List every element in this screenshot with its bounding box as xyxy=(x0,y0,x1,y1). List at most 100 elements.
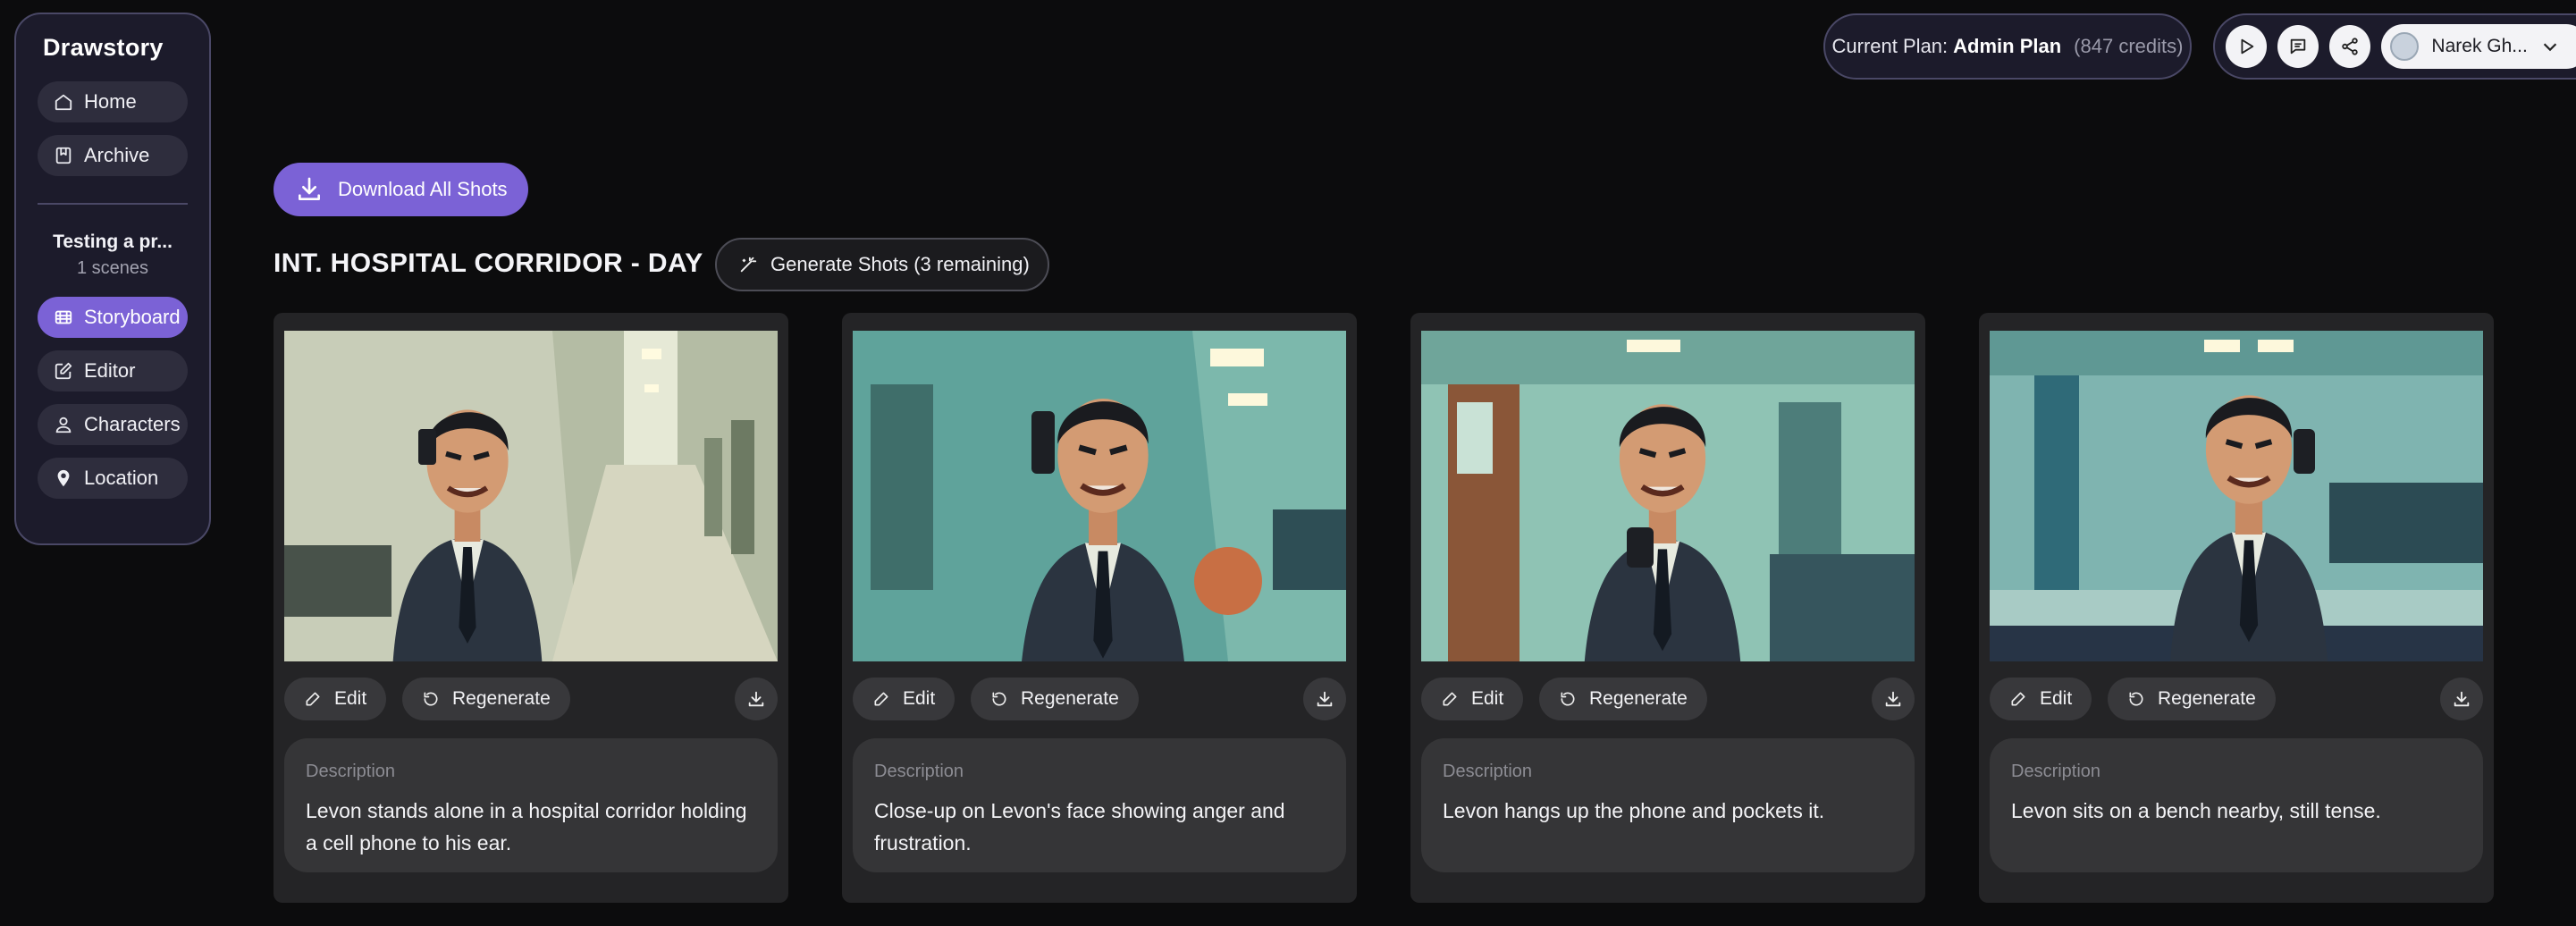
refresh-icon xyxy=(1561,692,1575,706)
download-shot-button[interactable] xyxy=(1303,678,1346,720)
shot-illustration xyxy=(853,331,1346,661)
shot-actions: Edit Regenerate xyxy=(1421,678,1915,720)
shot-card: Edit Regenerate Description Levon hangs … xyxy=(1410,313,1925,903)
sidebar-item-archive[interactable]: Archive xyxy=(38,135,188,176)
comments-button[interactable] xyxy=(2277,25,2319,68)
current-plan-badge[interactable]: Current Plan: Admin Plan (847 credits) xyxy=(1823,13,2192,80)
download-shot-button[interactable] xyxy=(1872,678,1915,720)
download-icon xyxy=(1317,691,1333,707)
download-shot-button[interactable] xyxy=(735,678,778,720)
download-icon xyxy=(748,691,764,707)
sidebar-item-home[interactable]: Home xyxy=(38,81,188,122)
download-all-label: Download All Shots xyxy=(338,178,508,200)
sidebar-item-label: Storyboard xyxy=(84,306,181,328)
pencil-icon xyxy=(874,692,888,706)
pencil-square-icon xyxy=(55,362,72,380)
shot-card: Edit Regenerate Description Close-up on … xyxy=(842,313,1357,903)
edit-button[interactable]: Edit xyxy=(1421,678,1524,720)
generate-shots-label: Generate Shots (3 remaining) xyxy=(770,253,1030,275)
user-name: Narek Gh... xyxy=(2431,36,2528,56)
sidebar-item-storyboard[interactable]: Storyboard xyxy=(38,297,188,338)
film-icon xyxy=(55,310,72,324)
chat-icon xyxy=(2290,38,2306,55)
avatar xyxy=(2390,32,2420,61)
refresh-icon xyxy=(424,692,438,706)
regenerate-label: Regenerate xyxy=(1589,688,1688,709)
edit-label: Edit xyxy=(2040,688,2073,709)
magic-wand-icon xyxy=(740,257,757,273)
shot-actions: Edit Regenerate xyxy=(1990,678,2483,720)
regenerate-button[interactable]: Regenerate xyxy=(971,678,1139,720)
sidebar-item-characters[interactable]: Characters xyxy=(38,404,188,445)
plan-prefix: Current Plan: xyxy=(1831,35,1949,57)
regenerate-button[interactable]: Regenerate xyxy=(2108,678,2276,720)
shot-card: Edit Regenerate Description Levon sits o… xyxy=(1979,313,2494,903)
description-text: Levon sits on a bench nearby, still tens… xyxy=(2011,799,2381,822)
regenerate-button[interactable]: Regenerate xyxy=(1539,678,1707,720)
share-icon xyxy=(2342,38,2359,55)
header-toolbar: Narek Gh... xyxy=(2213,13,2576,80)
sidebar-item-location[interactable]: Location xyxy=(38,458,188,499)
sidebar-item-label: Characters xyxy=(84,413,181,435)
user-menu[interactable]: Narek Gh... xyxy=(2381,24,2576,69)
pencil-icon xyxy=(1443,692,1457,706)
edit-button[interactable]: Edit xyxy=(853,678,955,720)
download-icon xyxy=(2454,691,2470,707)
edit-label: Edit xyxy=(334,688,367,709)
sidebar-item-label: Archive xyxy=(84,144,150,166)
sidebar-divider xyxy=(38,203,188,205)
regenerate-button[interactable]: Regenerate xyxy=(402,678,570,720)
play-button[interactable] xyxy=(2226,25,2268,68)
download-shot-button[interactable] xyxy=(2440,678,2483,720)
edit-button[interactable]: Edit xyxy=(284,678,387,720)
user-icon xyxy=(55,417,72,434)
edit-label: Edit xyxy=(903,688,936,709)
shot-image[interactable] xyxy=(1990,331,2483,661)
sidebar-item-editor[interactable]: Editor xyxy=(38,350,188,391)
sidebar: Drawstory Home Archive Testing a pr... 1… xyxy=(14,13,211,545)
sidebar-item-label: Home xyxy=(84,90,137,113)
regenerate-label: Regenerate xyxy=(452,688,551,709)
shot-actions: Edit Regenerate xyxy=(853,678,1346,720)
home-icon xyxy=(55,94,72,111)
description-text: Levon stands alone in a hospital corrido… xyxy=(306,799,747,854)
shot-description-box[interactable]: Description Levon stands alone in a hosp… xyxy=(284,738,778,872)
description-label: Description xyxy=(874,762,964,781)
description-text: Close-up on Levon's face showing anger a… xyxy=(874,799,1285,854)
sidebar-item-label: Editor xyxy=(84,359,136,382)
sidebar-item-label: Location xyxy=(84,467,159,489)
shot-image[interactable] xyxy=(853,331,1346,661)
bookmark-icon xyxy=(55,147,72,164)
shot-illustration xyxy=(1421,331,1915,661)
project-scene-count: 1 scenes xyxy=(76,258,149,278)
shot-image[interactable] xyxy=(284,331,778,661)
regenerate-label: Regenerate xyxy=(1021,688,1119,709)
generate-shots-button[interactable]: Generate Shots (3 remaining) xyxy=(715,238,1049,291)
download-icon xyxy=(1885,691,1901,707)
map-pin-icon xyxy=(57,469,70,487)
description-label: Description xyxy=(306,762,396,781)
shot-description-box[interactable]: Description Close-up on Levon's face sho… xyxy=(853,738,1346,872)
shot-illustration xyxy=(284,331,778,661)
refresh-icon xyxy=(2129,692,2143,706)
shot-image[interactable] xyxy=(1421,331,1915,661)
app-logo[interactable]: Drawstory xyxy=(38,34,188,62)
edit-label: Edit xyxy=(1471,688,1504,709)
shot-illustration xyxy=(1990,331,2483,661)
description-label: Description xyxy=(2011,762,2101,781)
refresh-icon xyxy=(992,692,1006,706)
regenerate-label: Regenerate xyxy=(2158,688,2256,709)
pencil-icon xyxy=(306,692,320,706)
download-icon xyxy=(299,177,320,200)
pencil-icon xyxy=(2011,692,2025,706)
plan-credits: (847 credits) xyxy=(2074,35,2184,57)
chevron-down-icon xyxy=(2543,43,2556,52)
download-all-shots-button[interactable]: Download All Shots xyxy=(274,163,528,216)
shot-description-box[interactable]: Description Levon sits on a bench nearby… xyxy=(1990,738,2483,872)
plan-name: Admin Plan xyxy=(1953,35,2062,57)
edit-button[interactable]: Edit xyxy=(1990,678,2092,720)
description-text: Levon hangs up the phone and pockets it. xyxy=(1443,799,1825,822)
shot-description-box[interactable]: Description Levon hangs up the phone and… xyxy=(1421,738,1915,872)
description-label: Description xyxy=(1443,762,1533,781)
share-button[interactable] xyxy=(2329,25,2371,68)
